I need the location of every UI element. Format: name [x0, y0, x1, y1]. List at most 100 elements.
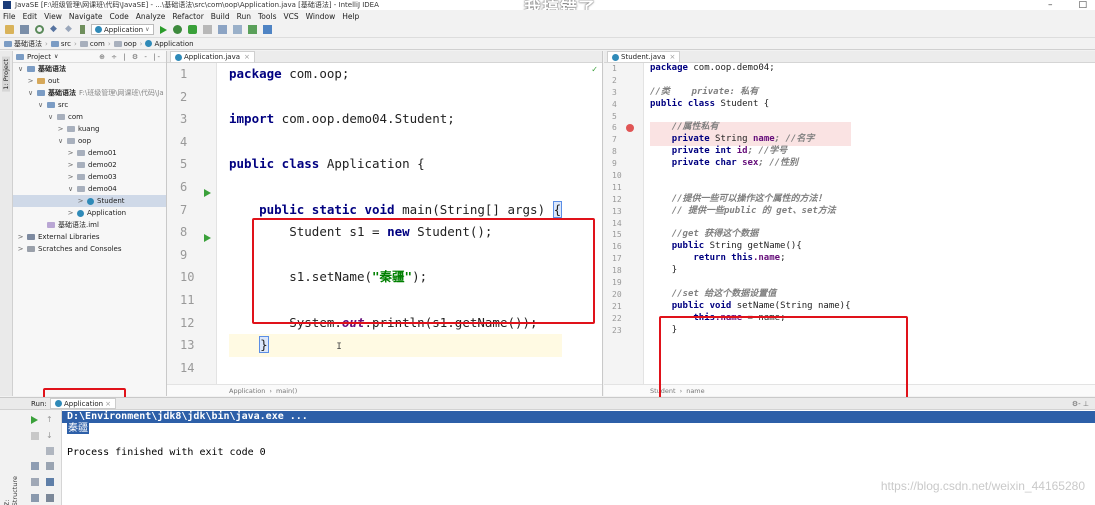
soft-wrap-icon[interactable] — [46, 447, 54, 455]
chevron-right-icon[interactable]: > — [67, 149, 74, 157]
code-area[interactable]: package com.oop; import com.oop.demo04.S… — [229, 63, 563, 396]
run-tab-application[interactable]: Application × — [50, 398, 116, 409]
chevron-down-icon[interactable]: ∨ — [57, 137, 64, 145]
editor-crumb-class[interactable]: Student — [650, 387, 676, 395]
project-tree-item[interactable]: 基础语法.iml — [13, 219, 166, 231]
chevron-right-icon[interactable]: > — [67, 161, 74, 169]
project-tree-item[interactable]: > Application — [13, 207, 166, 219]
chevron-down-icon[interactable]: ∨ — [47, 113, 54, 121]
back-arrow-icon[interactable]: ◆ — [50, 25, 59, 34]
close-icon[interactable]: × — [244, 53, 250, 61]
settings-icon[interactable] — [31, 494, 39, 502]
chevron-down-icon[interactable]: ∨ — [54, 53, 58, 60]
breakpoint-icon[interactable] — [626, 124, 634, 132]
project-tree-item[interactable]: ∨ demo04 — [13, 183, 166, 195]
menu-analyze[interactable]: Analyze — [136, 12, 166, 21]
vcs-icon[interactable] — [247, 25, 257, 34]
down-arrow-icon[interactable]: ↓ — [46, 432, 54, 440]
chevron-right-icon[interactable]: > — [67, 209, 74, 217]
project-tree-item[interactable]: > kuang — [13, 123, 166, 135]
rerun-icon[interactable] — [31, 416, 38, 424]
minimize-button[interactable]: – — [1048, 0, 1053, 10]
menu-help[interactable]: Help — [342, 12, 359, 21]
chevron-right-icon[interactable]: > — [17, 233, 24, 241]
close-icon[interactable]: × — [105, 400, 111, 408]
breadcrumb-application[interactable]: Application — [145, 40, 194, 48]
structure-tool-tab[interactable]: Z: Structure — [3, 476, 19, 505]
code-area[interactable]: package com.oop.demo04; //类 private: 私有 … — [650, 63, 851, 336]
run-main-icon[interactable] — [204, 234, 211, 242]
forward-arrow-icon[interactable]: ◆ — [65, 25, 74, 34]
breadcrumb-module[interactable]: 基础语法 — [4, 39, 42, 49]
editor-application[interactable]: Application.java × 123456789101112131415… — [167, 51, 603, 396]
stop-icon[interactable] — [31, 432, 39, 440]
project-tree-item[interactable]: > External Libraries — [13, 231, 166, 243]
project-tree-item[interactable]: > demo01 — [13, 147, 166, 159]
run-icon[interactable] — [159, 25, 167, 34]
menu-window[interactable]: Window — [306, 12, 336, 21]
project-tree-item[interactable]: ∨ com — [13, 111, 166, 123]
chevron-right-icon[interactable]: > — [67, 173, 74, 181]
chevron-down-icon[interactable]: ∨ — [27, 89, 34, 97]
breadcrumb-com[interactable]: com — [79, 40, 105, 48]
breadcrumb-src[interactable]: src — [50, 40, 71, 48]
build-icon[interactable] — [80, 25, 85, 34]
tab-student-java[interactable]: Student.java × — [607, 51, 681, 62]
project-structure-icon[interactable] — [217, 25, 227, 34]
project-view-select[interactable]: Project — [27, 53, 51, 61]
menu-build[interactable]: Build — [211, 12, 230, 21]
restore-layout-icon[interactable] — [31, 478, 39, 486]
editor-crumb-class[interactable]: Application — [229, 387, 265, 395]
chevron-down-icon[interactable]: ∨ — [67, 185, 74, 193]
project-tree-item[interactable]: > Scratches and Consoles — [13, 243, 166, 255]
stop-icon[interactable] — [202, 25, 212, 34]
pin-icon[interactable] — [46, 478, 54, 486]
tab-application-java[interactable]: Application.java × — [170, 51, 255, 62]
menu-tools[interactable]: Tools — [258, 12, 276, 21]
project-tree-item[interactable]: ∨ oop — [13, 135, 166, 147]
save-icon[interactable] — [20, 25, 29, 34]
project-tree-item[interactable]: > Student — [13, 195, 166, 207]
chevron-right-icon[interactable]: > — [27, 77, 34, 85]
project-tree-item[interactable]: > out — [13, 75, 166, 87]
project-tree-item[interactable]: ∨ 基础语法 — [13, 63, 166, 75]
search-everywhere-icon[interactable] — [262, 25, 272, 34]
project-tool-tab[interactable]: 1: Project — [2, 57, 10, 92]
sdk-icon[interactable] — [232, 25, 242, 34]
close-icon[interactable]: × — [669, 53, 675, 61]
chevron-right-icon[interactable]: > — [17, 245, 24, 253]
menu-run[interactable]: Run — [237, 12, 251, 21]
print-icon[interactable] — [46, 462, 54, 470]
menu-file[interactable]: File — [3, 12, 16, 21]
run-class-icon[interactable] — [204, 189, 211, 197]
chevron-right-icon[interactable]: > — [57, 125, 64, 133]
run-settings-icon[interactable]: ⚙- ⊥ — [1072, 400, 1089, 408]
menu-view[interactable]: View — [44, 12, 62, 21]
editor-crumb-field[interactable]: name — [686, 387, 704, 395]
sync-icon[interactable] — [35, 25, 44, 34]
layout-icon[interactable] — [31, 462, 39, 470]
coverage-icon[interactable] — [187, 25, 197, 34]
menu-edit[interactable]: Edit — [23, 12, 38, 21]
menu-vcs[interactable]: VCS — [283, 12, 298, 21]
maximize-button[interactable]: □ — [1078, 0, 1087, 10]
run-config-select[interactable]: Application ∨ — [91, 24, 154, 35]
up-arrow-icon[interactable]: ↑ — [46, 416, 54, 424]
breadcrumb-oop[interactable]: oop — [113, 40, 137, 48]
editor-crumb-method[interactable]: main() — [276, 387, 297, 395]
menu-navigate[interactable]: Navigate — [69, 12, 103, 21]
project-tree-item[interactable]: ∨ src — [13, 99, 166, 111]
editor-student[interactable]: Student.java × 1 2 3 4 5 6 7 8 9 10 11 12 13 14 15 16 17… — [604, 51, 1095, 396]
chevron-right-icon[interactable]: > — [77, 197, 84, 205]
menu-code[interactable]: Code — [110, 12, 129, 21]
menu-refactor[interactable]: Refactor — [172, 12, 203, 21]
project-panel-tools[interactable]: ⊕ ÷ | ⚙ - |- — [99, 53, 162, 61]
open-folder-icon[interactable] — [5, 25, 14, 34]
chevron-down-icon[interactable]: ∨ — [37, 101, 44, 109]
project-tree-item[interactable]: > demo03 — [13, 171, 166, 183]
project-tree-item[interactable]: > demo02 — [13, 159, 166, 171]
trash-icon[interactable] — [46, 494, 54, 502]
chevron-down-icon[interactable]: ∨ — [17, 65, 24, 73]
project-tree-item[interactable]: ∨ 基础语法 F:\班级管理\网课班\代码\Ja — [13, 87, 166, 99]
debug-icon[interactable] — [172, 25, 182, 34]
